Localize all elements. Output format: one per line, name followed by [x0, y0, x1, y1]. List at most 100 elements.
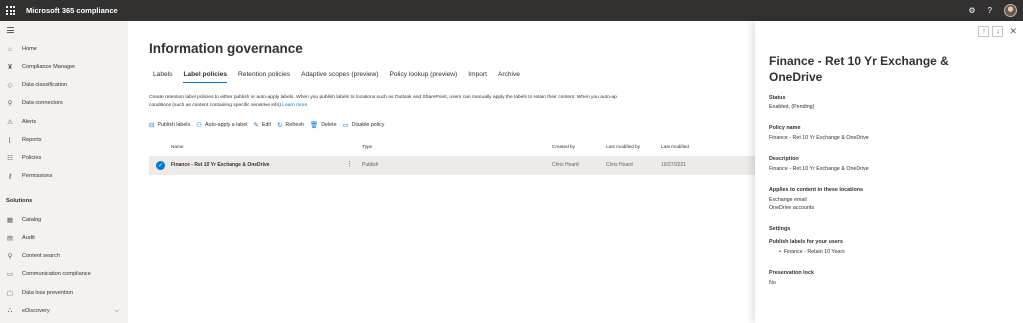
policy-name-value: Finance - Ret 10 Yr Exchange & OneDrive [769, 135, 869, 141]
policy-name-cell[interactable]: Finance - Ret 10 Yr Exchange & OneDrive [171, 162, 270, 168]
description-line-2: conditions (such as content containing s… [149, 103, 283, 108]
status-value: Enabled, (Pending) [769, 104, 815, 110]
settings-icon[interactable]: ⚙ [968, 6, 975, 15]
plug-icon: ⚲ [7, 100, 13, 107]
tab-retention-policies[interactable]: Retention policies [238, 71, 290, 82]
column-header-last-modified[interactable]: Last modified [661, 144, 689, 149]
sidebar-item-home[interactable]: ⌂ Home [0, 42, 128, 56]
description-value: Finance - Ret 10 Yr Exchange & OneDrive [769, 166, 869, 172]
auto-apply-label-button[interactable]: ⚇ Auto-apply a label [196, 121, 247, 129]
edit-button[interactable]: ✎ Edit [253, 121, 271, 129]
auto-apply-icon: ⚇ [196, 122, 202, 129]
tab-adaptive-scopes[interactable]: Adaptive scopes (preview) [301, 71, 378, 82]
delete-button[interactable]: 🗑 Delete [310, 121, 337, 129]
sidebar-item-data-classification[interactable]: ◇ Data classification [0, 78, 128, 92]
audit-icon: ▤ [6, 235, 14, 242]
disable-icon: ▭ [342, 122, 349, 129]
sidebar-item-compliance-manager[interactable]: ♜ Compliance Manager [0, 60, 128, 74]
sidebar-item-policies[interactable]: ☷ Policies [0, 151, 128, 165]
sidebar-item-communication-compliance[interactable]: ▭ Communication compliance [0, 267, 128, 281]
checkmark-icon[interactable]: ✓ [156, 161, 165, 170]
column-header-last-modified-by[interactable]: Last modified by [606, 144, 640, 149]
details-panel: ↑ ↓ ✕ Finance - Ret 10 Yr Exchange & One… [755, 21, 1023, 323]
disable-policy-button[interactable]: ▭ Disable policy [343, 121, 385, 129]
delete-icon: 🗑 [309, 122, 319, 129]
button-label: Delete [321, 122, 337, 128]
column-header-created-by[interactable]: Created by [552, 144, 575, 149]
publish-icon: ⊟ [149, 122, 155, 129]
tab-label-policies[interactable]: Label policies [183, 71, 227, 83]
hamburger-icon[interactable] [7, 27, 14, 35]
status-label: Status [769, 95, 786, 101]
table-row[interactable]: ✓ Finance - Ret 10 Yr Exchange & OneDriv… [149, 156, 755, 175]
command-bar: ⊟ Publish labels ⚇ Auto-apply a label ✎ … [149, 121, 390, 129]
more-options-icon[interactable]: ⋮ [346, 160, 353, 168]
description-label: Description [769, 156, 799, 162]
tab-bar: Labels Label policies Retention policies… [153, 71, 531, 83]
avatar[interactable] [1004, 4, 1017, 17]
catalog-icon: ▦ [6, 217, 14, 224]
solutions-heading: Solutions [6, 198, 33, 204]
close-icon[interactable]: ✕ [1009, 26, 1017, 37]
last-modified-cell: 10/27/2021 [661, 162, 687, 168]
trophy-icon: ♜ [7, 64, 13, 71]
type-cell: Publish [362, 162, 379, 168]
publish-labels-button[interactable]: ⊟ Publish labels [149, 121, 190, 129]
tab-archive[interactable]: Archive [498, 71, 520, 82]
sidebar-item-label: Permissions [22, 173, 53, 179]
column-header-type[interactable]: Type [362, 144, 372, 149]
arrow-up-icon[interactable]: ↑ [978, 26, 990, 37]
sidebar-item-label: Catalog [22, 217, 42, 223]
publish-labels-label: Publish labels for your users [769, 239, 843, 245]
chat-icon: ▭ [6, 271, 14, 278]
help-icon[interactable]: ? [988, 6, 992, 15]
sidebar-item-label: Content search [22, 253, 60, 259]
tab-labels[interactable]: Labels [153, 71, 172, 82]
sidebar-item-label: Policies [22, 155, 42, 161]
shield-icon: ▢ [6, 290, 14, 297]
sidebar-item-reports[interactable]: ⌊ Reports [0, 133, 128, 147]
button-label: Refresh [285, 122, 304, 128]
locations-label: Applies to content in these locations [769, 187, 864, 193]
home-icon: ⌂ [8, 45, 12, 53]
column-header-name[interactable]: Name [171, 144, 184, 149]
sidebar-item-label: Reports [22, 137, 42, 143]
sidebar-item-data-connectors[interactable]: ⚲ Data connectors [0, 96, 128, 110]
tab-policy-lookup[interactable]: Policy lookup (preview) [389, 71, 457, 82]
sidebar-item-label: Audit [22, 235, 35, 241]
created-by-cell: Chris Hoard [552, 162, 579, 168]
sidebar-item-label: Alerts [22, 119, 37, 125]
tag-icon: ◇ [7, 82, 13, 89]
chart-icon: ⌊ [8, 137, 12, 144]
sidebar-item-label: Compliance Manager [22, 64, 76, 70]
policy-name-label: Policy name [769, 125, 801, 131]
sidebar-item-audit[interactable]: ▤ Audit [0, 231, 128, 245]
sidebar-item-label: eDiscovery [22, 308, 50, 314]
sidebar-item-catalog[interactable]: ▦ Catalog [0, 213, 128, 227]
search-icon: ⚲ [7, 253, 13, 260]
sidebar-item-label: Home [22, 46, 37, 52]
app-title[interactable]: Microsoft 365 compliance [26, 6, 118, 15]
briefcase-icon: ⛬ [7, 307, 13, 314]
refresh-icon: ↻ [276, 122, 283, 129]
learn-more-link[interactable]: Learn more [282, 103, 307, 108]
tab-import[interactable]: Import [468, 71, 487, 82]
app-launcher-icon[interactable] [0, 0, 21, 21]
sidebar-item-ediscovery[interactable]: ⛬ eDiscovery ⌵ [0, 304, 128, 318]
location-item: OneDrive accounts [769, 205, 815, 211]
arrow-down-icon[interactable]: ↓ [992, 26, 1004, 37]
sidebar-item-data-loss-prevention[interactable]: ▢ Data loss prevention [0, 286, 128, 300]
chevron-down-icon[interactable]: ⌵ [114, 308, 119, 315]
settings-label: Settings [769, 226, 791, 232]
sidebar-item-alerts[interactable]: ⚠ Alerts [0, 115, 128, 129]
sidebar-item-permissions[interactable]: ⚷ Permissions [0, 169, 128, 183]
left-navigation: ⌂ Home ♜ Compliance Manager ◇ Data class… [0, 21, 128, 323]
warning-icon: ⚠ [7, 119, 13, 126]
refresh-button[interactable]: ↻ Refresh [277, 121, 304, 129]
sidebar-item-content-search[interactable]: ⚲ Content search [0, 249, 128, 263]
last-modified-by-cell: Chris Hoard [606, 162, 633, 168]
page-description: Create retention label policies to eithe… [149, 94, 755, 110]
top-bar: Microsoft 365 compliance ⚙ ? [0, 0, 1023, 21]
page-title: Information governance [149, 41, 303, 56]
policies-icon: ☷ [7, 155, 13, 162]
